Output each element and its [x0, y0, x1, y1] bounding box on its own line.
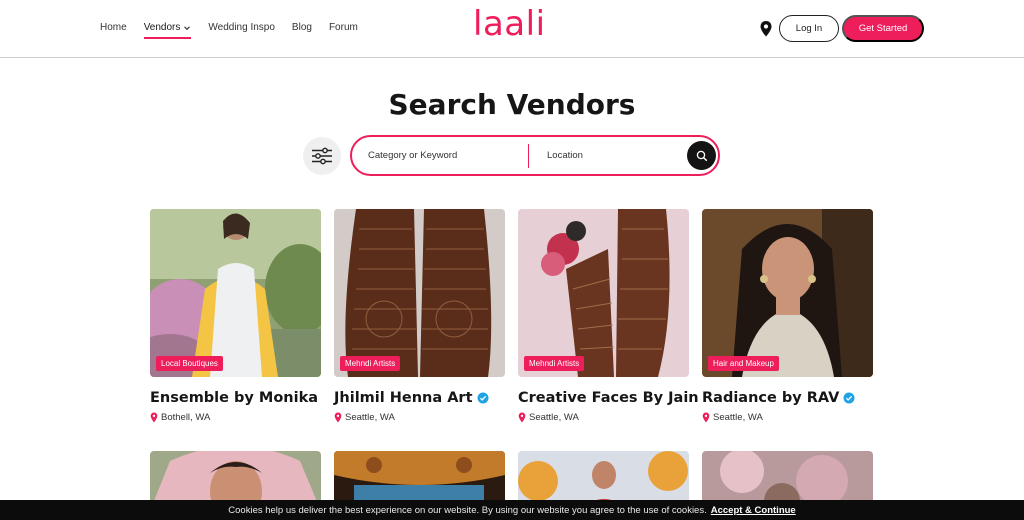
vendor-location-text: Seattle, WA — [713, 412, 763, 423]
nav-home-label: Home — [100, 22, 127, 33]
vendor-location: Seattle, WA — [518, 412, 689, 423]
verified-icon — [843, 392, 855, 404]
verified-icon — [477, 392, 489, 404]
nav-blog-label: Blog — [291, 22, 312, 33]
accept-cookies-link[interactable]: Accept & Continue — [711, 505, 796, 516]
vendor-card[interactable]: Mehndi Artists Jhilmil Henna Art Seattle… — [334, 209, 505, 423]
vendor-card[interactable]: Hair and Makeup Radiance by RAV Seattle,… — [702, 209, 873, 423]
nav-home[interactable]: Home — [100, 22, 127, 33]
vendor-name[interactable]: Radiance by RAV — [702, 390, 873, 406]
get-started-button[interactable]: Get Started — [842, 15, 924, 42]
nav-forum[interactable]: Forum — [329, 22, 358, 33]
cookie-banner: Cookies help us deliver the best experie… — [0, 500, 1024, 520]
nav-forum-label: Forum — [328, 22, 358, 33]
vendor-name-text: Radiance by RAV — [702, 390, 840, 406]
search-divider — [528, 144, 529, 168]
laali-logo[interactable]: laali — [473, 4, 546, 44]
main-nav: Home Vendors Wedding Inspo Blog Forum — [100, 22, 375, 39]
vendor-photo[interactable]: Hair and Makeup — [702, 209, 873, 377]
nav-blog[interactable]: Blog — [292, 22, 312, 33]
location-input[interactable]: Location — [547, 150, 583, 161]
login-button[interactable]: Log In — [779, 15, 839, 42]
vendor-name-text: Ensemble by Monika — [150, 390, 319, 406]
nav-wedding-inspo[interactable]: Wedding Inspo — [208, 22, 275, 33]
vendor-name[interactable]: Ensemble by Monika — [150, 390, 321, 406]
nav-wedding-inspo-label: Wedding Inspo — [208, 22, 275, 33]
map-pin-icon[interactable] — [759, 20, 773, 38]
category-badge: Hair and Makeup — [708, 356, 779, 371]
vendor-location-text: Seattle, WA — [529, 412, 579, 423]
vendor-name[interactable]: Jhilmil Henna Art — [334, 390, 505, 406]
search-icon — [696, 150, 707, 161]
vendor-photo[interactable]: Local Boutiques — [150, 209, 321, 377]
page-title: Search Vendors — [388, 88, 636, 121]
location-pin-icon — [702, 412, 710, 423]
location-pin-icon — [150, 412, 158, 423]
nav-vendors[interactable]: Vendors — [143, 22, 192, 39]
category-badge: Local Boutiques — [156, 356, 223, 371]
filter-button[interactable] — [303, 137, 341, 175]
vendor-location: Seattle, WA — [334, 412, 505, 423]
location-pin-icon — [518, 412, 526, 423]
category-badge: Mehndi Artists — [340, 356, 401, 371]
vendor-name-text: Jhilmil Henna Art — [334, 390, 473, 406]
chevron-down-icon — [184, 25, 191, 30]
site-header: Home Vendors Wedding Inspo Blog Forum la… — [0, 0, 1024, 58]
vendor-location: Seattle, WA — [702, 412, 873, 423]
vendor-photo[interactable]: Mehndi Artists — [518, 209, 689, 377]
search-submit-button[interactable] — [687, 141, 716, 170]
nav-vendors-label: Vendors — [143, 22, 181, 33]
sliders-icon — [312, 147, 332, 165]
vendor-location-text: Bothell, WA — [161, 412, 211, 423]
vendor-search-bar: Category or Keyword Location — [350, 135, 720, 176]
vendor-location: Bothell, WA — [150, 412, 321, 423]
vendor-location-text: Seattle, WA — [345, 412, 395, 423]
vendor-name[interactable]: Creative Faces By Jain — [518, 390, 699, 406]
location-pin-icon — [334, 412, 342, 423]
vendor-name-text: Creative Faces By Jain — [518, 390, 699, 406]
category-badge: Mehndi Artists — [524, 356, 585, 371]
vendor-photo[interactable]: Mehndi Artists — [334, 209, 505, 377]
vendor-card[interactable]: Mehndi Artists Creative Faces By Jain Se… — [518, 209, 699, 423]
keyword-input[interactable]: Category or Keyword — [368, 150, 457, 161]
cookie-text: Cookies help us deliver the best experie… — [228, 504, 707, 516]
vendor-card[interactable]: Local Boutiques Ensemble by Monika Bothe… — [150, 209, 321, 423]
